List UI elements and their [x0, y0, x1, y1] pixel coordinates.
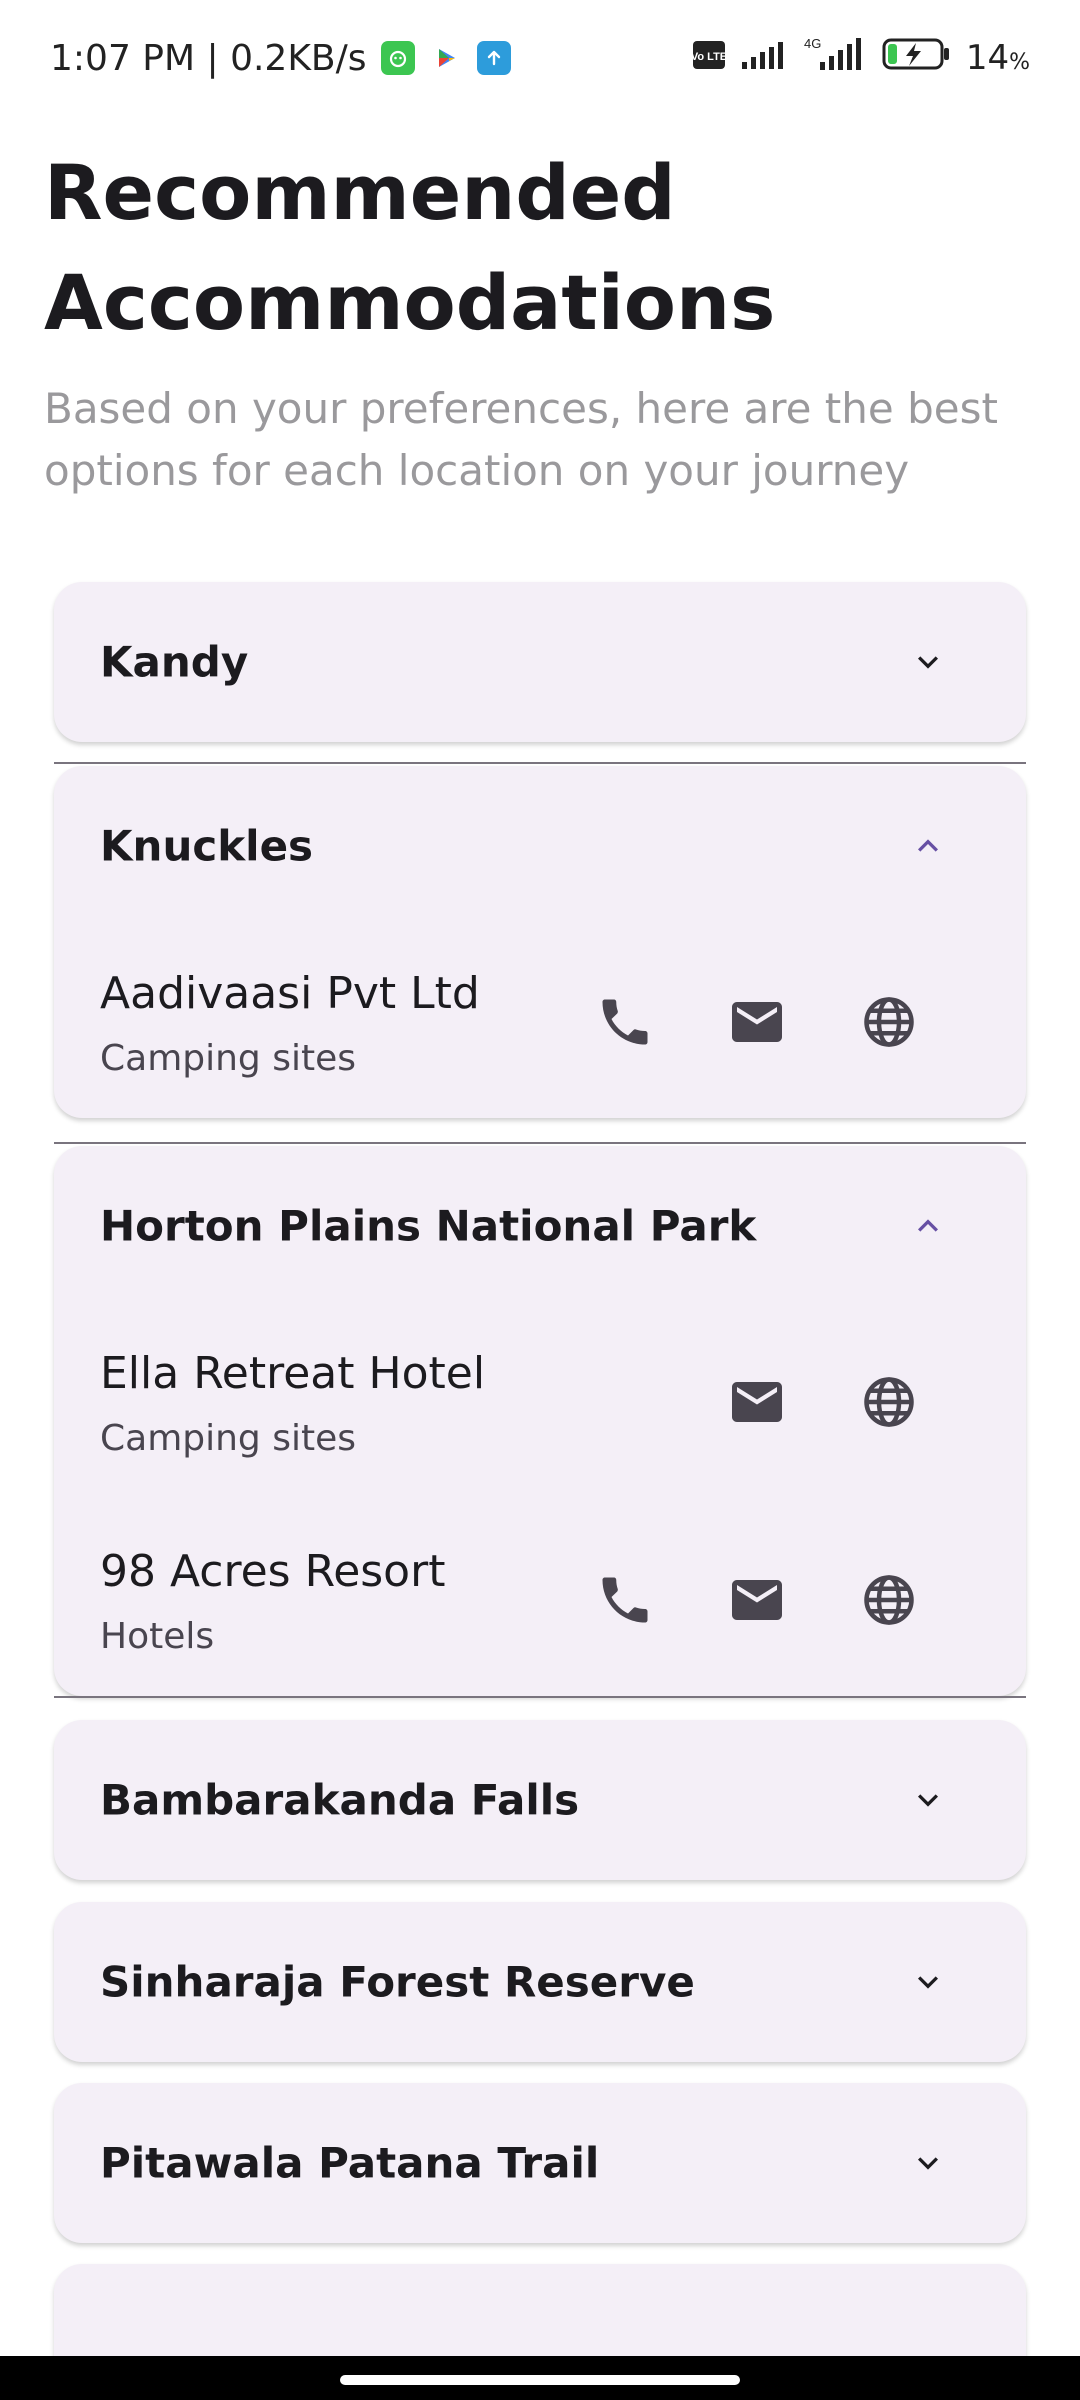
- accommodation-name: Aadivaasi Pvt Ltd: [100, 968, 480, 1019]
- location-header-kandy[interactable]: Kandy: [54, 582, 1026, 742]
- battery-unit: %: [1009, 50, 1030, 75]
- screen: 1:07 PM | 0.2KB/s Vo LTE 4G 14% Recommen…: [0, 0, 1080, 2400]
- location-title: Bambarakanda Falls: [100, 1775, 580, 1825]
- email-icon[interactable]: [727, 1372, 787, 1432]
- accommodation-item: 98 Acres Resort Hotels: [54, 1524, 1026, 1674]
- network-label: 4G: [804, 36, 821, 51]
- location-card-kandy: Kandy: [54, 582, 1026, 742]
- accommodation-item: Ella Retreat Hotel Camping sites: [54, 1326, 1026, 1476]
- app-notification-icon: [380, 41, 415, 75]
- divider: [54, 1142, 1026, 1144]
- accommodation-item: Aadivaasi Pvt Ltd Camping sites: [54, 946, 1026, 1096]
- play-store-icon: [429, 41, 463, 75]
- location-title: Pitawala Patana Trail: [100, 2138, 600, 2188]
- chevron-down-icon[interactable]: [908, 1780, 948, 1820]
- status-bar: 1:07 PM | 0.2KB/s Vo LTE 4G 14%: [0, 0, 1080, 116]
- chevron-up-icon[interactable]: [908, 826, 948, 866]
- accommodation-type: Hotels: [100, 1616, 215, 1657]
- location-header-sinharaja-forest-reserve[interactable]: Sinharaja Forest Reserve: [54, 1902, 1026, 2062]
- location-card-knuckles: Knuckles Aadivaasi Pvt Ltd Camping sites: [54, 766, 1026, 1118]
- chevron-down-icon[interactable]: [908, 1962, 948, 2002]
- location-header-pitawala-patana-trail[interactable]: Pitawala Patana Trail: [54, 2083, 1026, 2243]
- location-title: Horton Plains National Park: [100, 1201, 757, 1251]
- upload-icon: [476, 41, 511, 75]
- signal-icon: [740, 38, 788, 79]
- page-title: Recommended Accommodations: [44, 148, 776, 347]
- battery-level: 14: [965, 38, 1010, 78]
- volte-icon: Vo LTE: [691, 38, 727, 79]
- home-indicator[interactable]: [340, 2375, 740, 2385]
- accommodation-name: Ella Retreat Hotel: [100, 1348, 486, 1399]
- page-subtitle: Based on your preferences, here are the …: [44, 384, 998, 495]
- web-icon[interactable]: [859, 992, 919, 1052]
- battery-icon: [882, 37, 952, 80]
- status-time-speed: 1:07 PM | 0.2KB/s: [50, 37, 367, 79]
- chevron-down-icon[interactable]: [908, 642, 948, 682]
- location-card-bambarakanda-falls: Bambarakanda Falls: [54, 1720, 1026, 1880]
- email-icon[interactable]: [727, 992, 787, 1052]
- status-right: Vo LTE 4G 14%: [691, 36, 1030, 81]
- accommodation-type: Camping sites: [100, 1038, 357, 1079]
- accommodation-type: Camping sites: [100, 1418, 357, 1459]
- accommodation-name: 98 Acres Resort: [100, 1546, 446, 1597]
- status-left: 1:07 PM | 0.2KB/s: [50, 38, 511, 79]
- location-title: Sinharaja Forest Reserve: [100, 1957, 695, 2007]
- chevron-down-icon[interactable]: [908, 2143, 948, 2183]
- web-icon[interactable]: [859, 1570, 919, 1630]
- location-header-horton-plains[interactable]: Horton Plains National Park: [54, 1146, 1026, 1306]
- location-title: Kandy: [100, 637, 249, 687]
- web-icon[interactable]: [859, 1372, 919, 1432]
- battery-percentage: 14%: [966, 38, 1030, 78]
- location-title: Knuckles: [100, 821, 314, 871]
- chevron-up-icon[interactable]: [908, 1206, 948, 1246]
- signal-4g-icon: 4G: [802, 36, 868, 81]
- location-card-pitawala-patana-trail: Pitawala Patana Trail: [54, 2083, 1026, 2243]
- phone-icon[interactable]: [595, 1570, 655, 1630]
- location-header-bambarakanda-falls[interactable]: Bambarakanda Falls: [54, 1720, 1026, 1880]
- phone-icon[interactable]: [595, 992, 655, 1052]
- divider: [54, 1696, 1026, 1698]
- location-card-sinharaja-forest-reserve: Sinharaja Forest Reserve: [54, 1902, 1026, 2062]
- location-header-knuckles[interactable]: Knuckles: [54, 766, 1026, 926]
- divider: [54, 762, 1026, 764]
- email-icon[interactable]: [727, 1570, 787, 1630]
- navigation-bar: [0, 2356, 1080, 2400]
- volte-label: Vo LTE: [692, 51, 726, 63]
- location-card-horton-plains: Horton Plains National Park Ella Retreat…: [54, 1146, 1026, 1696]
